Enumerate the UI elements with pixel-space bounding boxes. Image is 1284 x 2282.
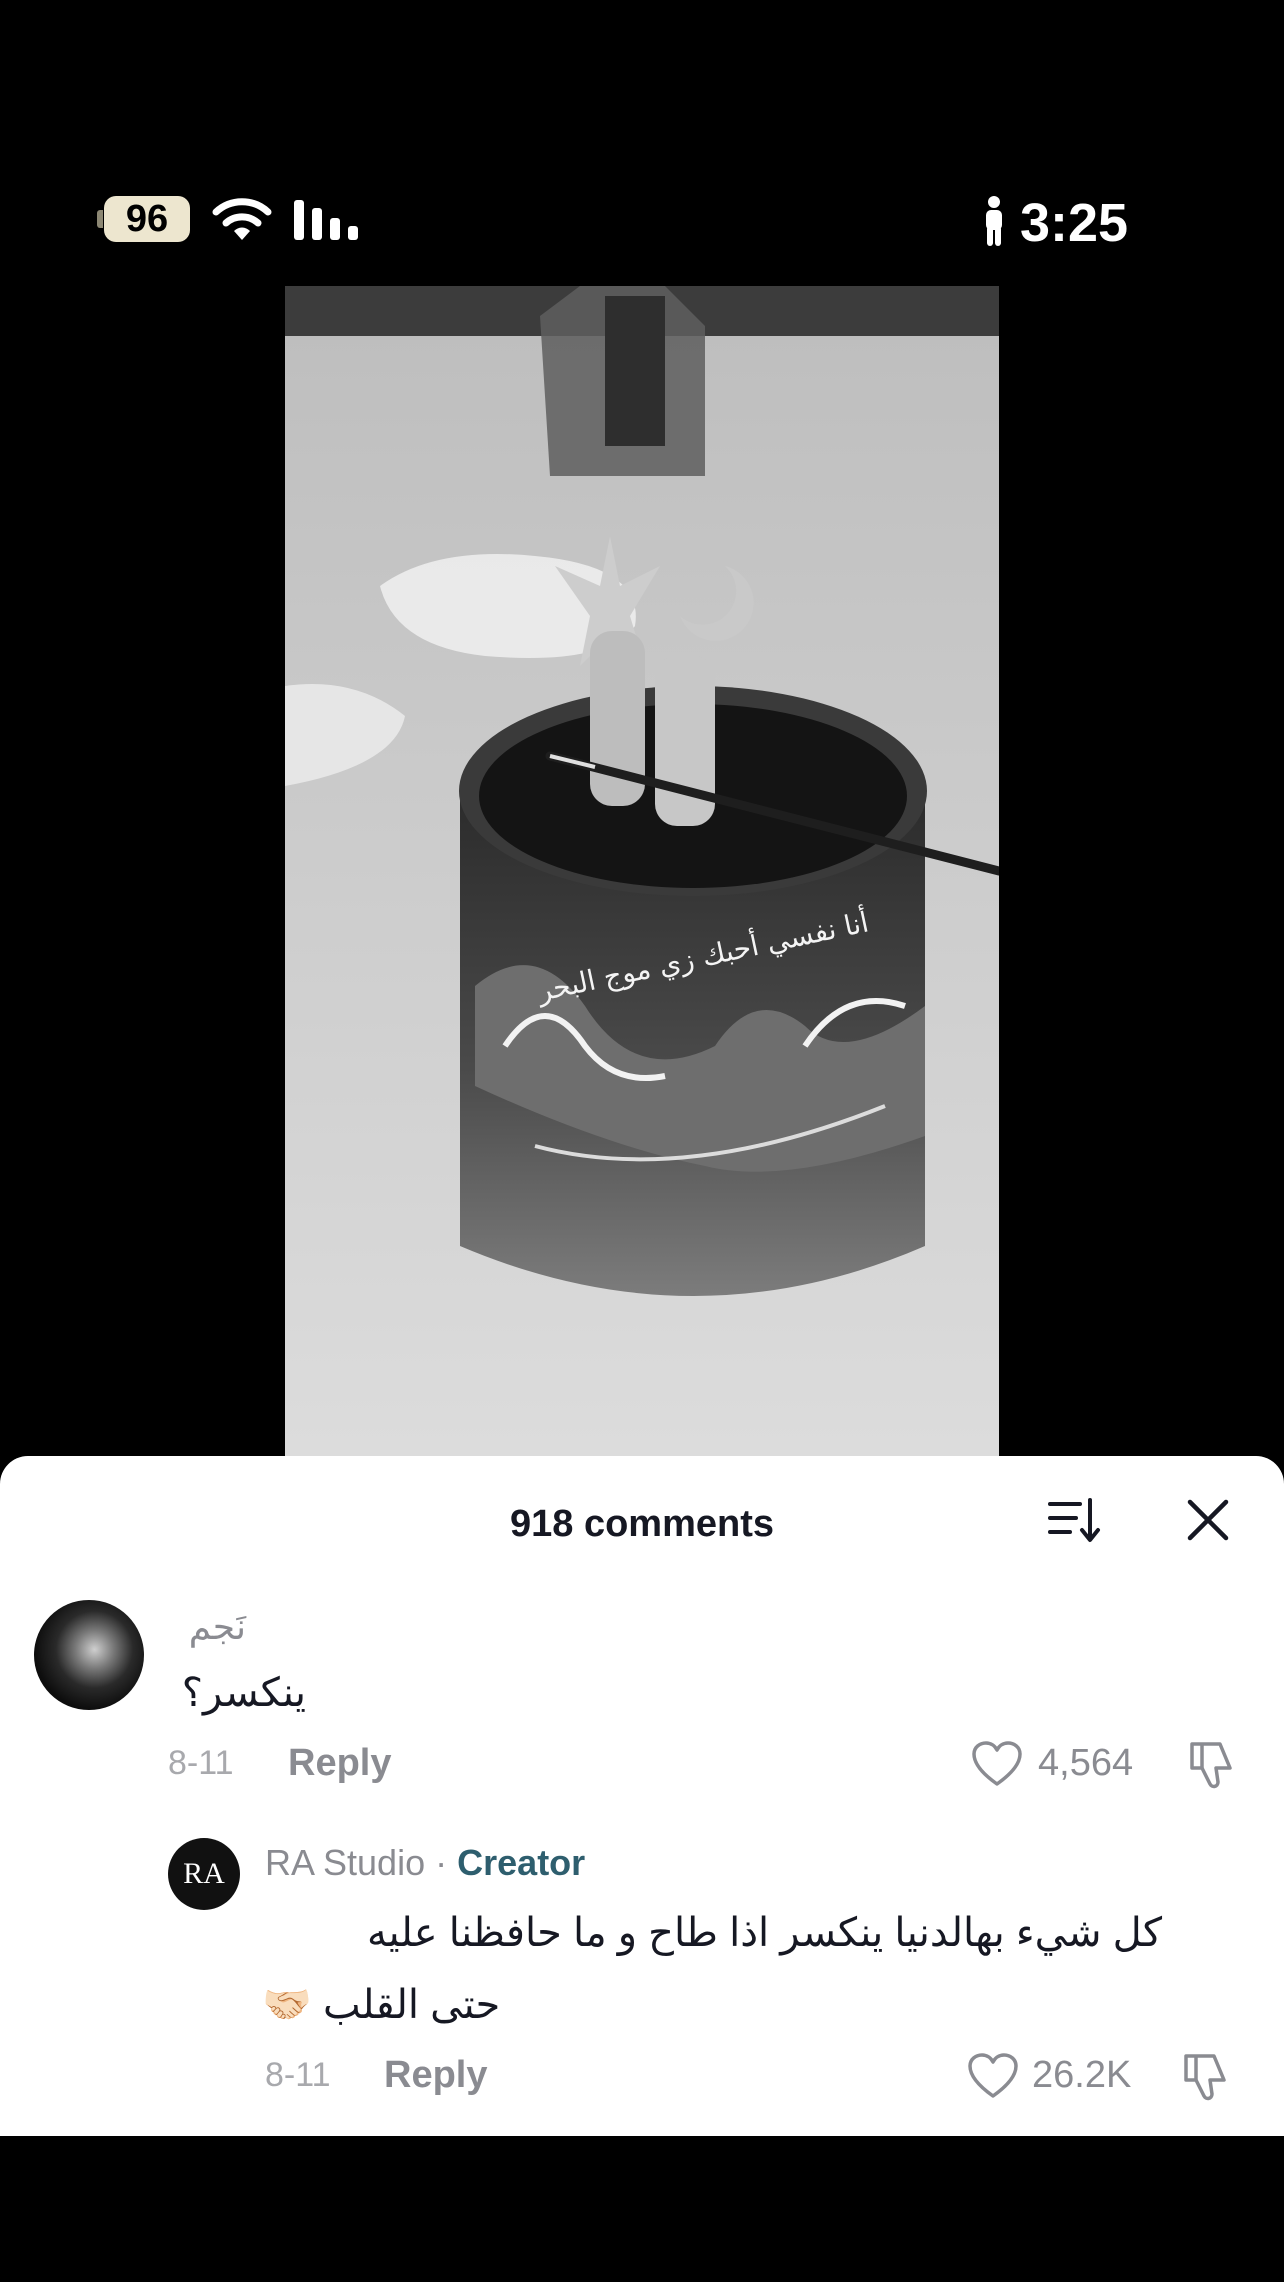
video-player[interactable]: أنا نفسي أحبك زي موج البحر: [285, 286, 999, 1456]
dislike-icon[interactable]: [1178, 2050, 1232, 2104]
battery-tip: [97, 210, 103, 228]
comment-username-row[interactable]: RA Studio · Creator: [265, 1840, 765, 1886]
comments-count-title: 918 comments: [509, 1503, 774, 1545]
emoji: 🤝🏻: [262, 1983, 312, 2027]
comment-text: ينكسر؟: [181, 1671, 306, 1715]
comment-date: 8-11: [265, 2056, 331, 2094]
creator-badge: Creator: [457, 1842, 586, 1883]
dislike-icon[interactable]: [1184, 1738, 1238, 1792]
wifi-icon: [212, 198, 272, 240]
comments-sheet: 918 comments نَجم ينكسر؟ 8-11 Reply 4,56…: [0, 1456, 1284, 2136]
separator: ·: [435, 1842, 448, 1883]
comment-text-word: حتى القلب: [322, 1983, 501, 2027]
signal-icon: [294, 200, 358, 240]
comment-text-line2: 🤝🏻 حتى القلب: [262, 1980, 582, 2030]
comment-text: كل شيء بهالدنيا ينكسر اذا طاح و ما حافظن…: [367, 1911, 1162, 1955]
video-frame: أنا نفسي أحبك زي موج البحر: [285, 286, 999, 1456]
battery-icon: 96: [104, 196, 190, 242]
like-count: 26.2K: [1032, 2054, 1132, 2096]
comment-username[interactable]: RA Studio: [265, 1842, 425, 1883]
heart-icon[interactable]: [966, 2052, 1020, 2100]
sort-icon[interactable]: [1046, 1492, 1102, 1548]
reply-button[interactable]: Reply: [384, 2052, 504, 2098]
like-count: 4,564: [1038, 1742, 1134, 1784]
app-root: 96 3:25 أنا نفسي أحبك زي موج البحر 918 c…: [0, 0, 1284, 2282]
heart-icon[interactable]: [970, 1740, 1024, 1788]
person-icon: [986, 196, 1002, 246]
status-bar: 96 3:25: [0, 0, 1284, 290]
clock: 3:25: [1020, 193, 1129, 253]
reply-button[interactable]: Reply: [288, 1740, 408, 1786]
comment-date: 8-11: [168, 1744, 234, 1782]
avatar[interactable]: [34, 1600, 144, 1710]
close-icon[interactable]: [1180, 1492, 1236, 1548]
comment-username[interactable]: نَجم: [166, 1604, 246, 1650]
avatar[interactable]: RA: [168, 1838, 240, 1910]
